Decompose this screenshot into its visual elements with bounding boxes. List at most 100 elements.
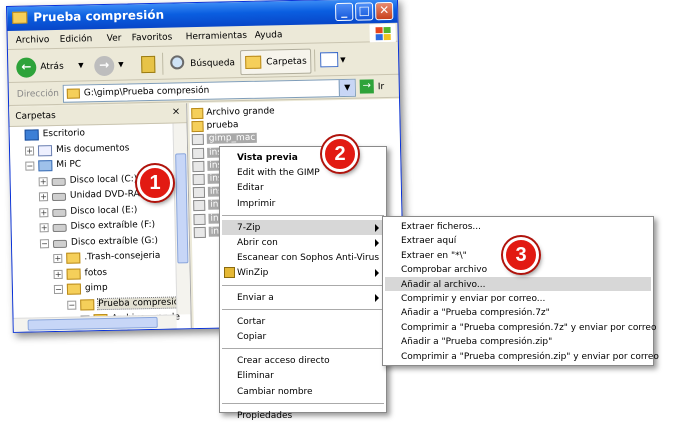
address-value: G:\gimp\Prueba compresión xyxy=(83,85,210,99)
tree-vertical-scrollbar[interactable] xyxy=(172,123,191,315)
menu-item-label: 7-Zip xyxy=(237,222,261,233)
tree-node-label: Disco local (E:) xyxy=(70,204,138,217)
menu-item-label: Eliminar xyxy=(237,371,274,382)
menu-item-label: Comprobar archivo xyxy=(401,265,488,276)
close-button[interactable]: ✕ xyxy=(375,1,394,21)
expand-icon[interactable]: + xyxy=(38,192,49,202)
expand-icon[interactable]: + xyxy=(39,207,49,217)
maximize-button[interactable]: □ xyxy=(355,2,374,21)
menu-item[interactable]: Eliminar xyxy=(222,368,384,383)
menu-item[interactable]: Propiedades xyxy=(222,408,384,423)
file-icon xyxy=(193,226,206,238)
menu-item[interactable]: Imprimir xyxy=(222,196,384,211)
menu-item[interactable]: Comprimir y enviar por correo... xyxy=(385,291,651,305)
menu-item[interactable]: Añadir al archivo... xyxy=(385,276,651,291)
collapse-icon[interactable]: − xyxy=(67,300,77,310)
tree-horizontal-scrollbar[interactable] xyxy=(13,314,177,332)
menu-item-label: Vista previa xyxy=(237,153,298,163)
drive-icon xyxy=(51,177,66,186)
expand-icon[interactable]: + xyxy=(38,176,48,186)
folder-icon xyxy=(66,267,81,280)
back-button-label[interactable]: Atrás xyxy=(40,62,64,72)
go-arrow-icon[interactable]: → xyxy=(359,79,374,94)
menu-item[interactable]: Abrir con xyxy=(222,235,384,250)
menu-item[interactable]: Escanear con Sophos Anti-Virus xyxy=(222,250,384,265)
collapse-icon[interactable]: − xyxy=(25,161,35,171)
menu-item[interactable]: Crear acceso directo xyxy=(222,353,384,368)
menu-item[interactable]: Edit with the GIMP xyxy=(222,165,384,180)
folders-button[interactable]: Carpetas xyxy=(239,48,312,76)
menu-item[interactable]: Copiar xyxy=(222,329,384,344)
menu-favoritos[interactable]: Favoritos xyxy=(132,33,173,44)
step-badge-1: 1 xyxy=(137,165,173,201)
file-icon xyxy=(192,187,206,199)
forward-arrow-icon[interactable]: → xyxy=(94,55,115,77)
expand-icon[interactable]: + xyxy=(53,269,63,279)
menu-item[interactable]: Añadir a "Prueba compresión.zip" xyxy=(385,334,651,348)
back-arrow-icon[interactable]: ← xyxy=(16,57,37,78)
close-icon[interactable]: × xyxy=(172,106,181,117)
file-name: Archivo grande xyxy=(206,106,275,118)
drive-icon xyxy=(52,239,68,248)
menu-item[interactable]: Cortar xyxy=(222,314,384,329)
menu-ver[interactable]: Ver xyxy=(107,34,122,44)
collapse-icon[interactable]: − xyxy=(53,284,64,295)
folder-tree: Carpetas × Escritorio + Mis documentos − Mi … xyxy=(9,103,192,332)
collapse-icon[interactable]: − xyxy=(39,238,50,248)
docs-icon xyxy=(37,144,53,156)
address-label: Dirección xyxy=(16,88,60,100)
menu-separator xyxy=(222,214,384,216)
up-folder-icon[interactable] xyxy=(141,55,156,74)
winzip-icon xyxy=(224,267,235,279)
drive-icon xyxy=(52,223,67,233)
address-input[interactable]: G:\gimp\Prueba compresión ▼ xyxy=(62,78,356,103)
menu-item[interactable]: WinZip xyxy=(222,265,384,280)
minimize-button[interactable]: _ xyxy=(335,2,354,22)
folders-icon xyxy=(245,55,262,70)
menu-item-label: Editar xyxy=(237,183,264,194)
menu-item[interactable]: Editar xyxy=(222,180,384,195)
menu-item-label: Comprimir y enviar por correo... xyxy=(401,294,546,304)
file-name: prueba xyxy=(206,120,239,132)
menu-item[interactable]: Vista previa xyxy=(222,150,384,165)
chevron-down-icon[interactable]: ▼ xyxy=(338,79,355,97)
toolbar-separator xyxy=(162,52,164,75)
folder-icon xyxy=(12,11,28,24)
forward-dropdown-caret[interactable]: ▼ xyxy=(118,61,124,69)
menu-item[interactable]: 7-Zip xyxy=(222,219,384,235)
menu-item[interactable]: Comprimir a "Prueba compresión.7z" y env… xyxy=(385,320,656,334)
views-dropdown-caret[interactable]: ▼ xyxy=(340,56,346,64)
menu-item[interactable]: Cambiar nombre xyxy=(222,384,384,399)
search-button-label[interactable]: Búsqueda xyxy=(190,58,235,69)
menu-archivo[interactable]: Archivo xyxy=(16,35,50,46)
menu-herramientas[interactable]: Herramientas xyxy=(186,31,248,42)
menu-item[interactable]: Extraer ficheros... xyxy=(385,219,651,233)
tree-node-label: gimp xyxy=(84,282,108,294)
expand-icon[interactable]: + xyxy=(53,253,63,264)
menu-item-label: Añadir al archivo... xyxy=(401,279,486,290)
menu-item[interactable]: Enviar a xyxy=(222,290,384,305)
file-name: gimp_mac xyxy=(206,133,258,145)
tree-node-label: fotos xyxy=(84,267,108,278)
tree-node-label: Prueba compresión xyxy=(97,295,187,310)
expand-icon[interactable]: + xyxy=(39,223,49,233)
scrollbar-thumb[interactable] xyxy=(27,316,158,331)
submenu-arrow-icon xyxy=(375,293,379,302)
go-button-label[interactable]: Ir xyxy=(378,82,385,92)
scrollbar-thumb[interactable] xyxy=(175,153,189,264)
menu-item-label: Añadir a "Prueba compresión.zip" xyxy=(401,337,553,348)
menu-edicion[interactable]: Edición xyxy=(60,34,93,45)
windows-logo-icon xyxy=(369,23,396,43)
menu-item[interactable]: Comprimir a "Prueba compresión.zip" y en… xyxy=(385,349,659,363)
menu-item-label: Copiar xyxy=(237,332,267,342)
menu-item-label: Crear acceso directo xyxy=(237,356,330,367)
menu-item-label: WinZip xyxy=(237,268,269,279)
menu-ayuda[interactable]: Ayuda xyxy=(255,30,283,41)
expand-icon[interactable]: + xyxy=(24,145,35,156)
views-icon[interactable] xyxy=(320,52,339,68)
menu-item-label: Extraer ficheros... xyxy=(401,222,481,232)
menu-item[interactable]: Añadir a "Prueba compresión.7z" xyxy=(385,305,651,319)
back-dropdown-caret[interactable]: ▼ xyxy=(78,61,84,69)
search-icon[interactable] xyxy=(170,55,185,70)
tree-node-label: .Trash-consejeria xyxy=(84,250,161,263)
